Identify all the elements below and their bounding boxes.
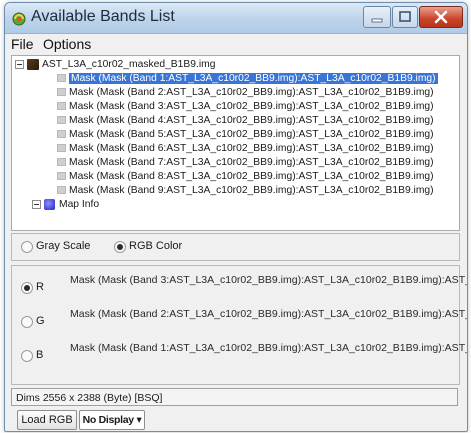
band-label: Mask (Mask (Band 5:AST_L3A_c10r02_BB9.im… bbox=[69, 129, 434, 140]
band-icon bbox=[57, 186, 66, 195]
band-item[interactable]: Mask (Mask (Band 6:AST_L3A_c10r02_BB9.im… bbox=[57, 143, 434, 155]
dims-status: Dims 2556 x 2388 (Byte) [BSQ] bbox=[11, 388, 458, 406]
action-bar: Load RGB No Display ▾ bbox=[11, 410, 171, 430]
available-bands-window: Available Bands List File Options AST_L3… bbox=[4, 2, 468, 432]
map-info-node[interactable]: Map Info bbox=[32, 199, 100, 211]
maximize-button[interactable] bbox=[392, 6, 418, 28]
close-button[interactable] bbox=[419, 6, 463, 28]
band-icon bbox=[57, 74, 66, 83]
band-item[interactable]: Mask (Mask (Band 2:AST_L3A_c10r02_BB9.im… bbox=[57, 87, 434, 99]
tree-root-node[interactable]: AST_L3A_c10r02_masked_B1B9.img bbox=[15, 59, 215, 71]
gray-scale-radio[interactable] bbox=[21, 241, 33, 253]
minimize-icon bbox=[371, 18, 383, 23]
band-label: Mask (Mask (Band 9:AST_L3A_c10r02_BB9.im… bbox=[69, 185, 434, 196]
band-label: Mask (Mask (Band 1:AST_L3A_c10r02_BB9.im… bbox=[69, 73, 438, 84]
close-icon bbox=[434, 10, 448, 24]
map-info-icon bbox=[44, 199, 55, 210]
band-label: Mask (Mask (Band 4:AST_L3A_c10r02_BB9.im… bbox=[69, 115, 434, 126]
file-icon bbox=[27, 59, 39, 70]
band-icon bbox=[57, 130, 66, 139]
menu-bar: File Options bbox=[5, 34, 467, 54]
display-dropdown[interactable]: No Display ▾ bbox=[79, 410, 145, 430]
channel-r-radio[interactable] bbox=[21, 282, 33, 294]
collapse-toggle-icon[interactable] bbox=[15, 60, 24, 69]
channel-g-radio[interactable] bbox=[21, 316, 33, 328]
band-item[interactable]: Mask (Mask (Band 1:AST_L3A_c10r02_BB9.im… bbox=[57, 73, 438, 85]
band-item[interactable]: Mask (Mask (Band 3:AST_L3A_c10r02_BB9.im… bbox=[57, 101, 434, 113]
app-icon bbox=[11, 11, 27, 27]
rgb-color-radio[interactable] bbox=[114, 241, 126, 253]
band-label: Mask (Mask (Band 7:AST_L3A_c10r02_BB9.im… bbox=[69, 157, 434, 168]
band-label: Mask (Mask (Band 2:AST_L3A_c10r02_BB9.im… bbox=[69, 87, 434, 98]
file-name: AST_L3A_c10r02_masked_B1B9.img bbox=[42, 59, 216, 71]
channel-r-band[interactable]: Mask (Mask (Band 3:AST_L3A_c10r02_BB9.im… bbox=[70, 274, 467, 286]
channel-g-label: G bbox=[36, 315, 45, 327]
display-mode-panel: Gray Scale RGB Color bbox=[11, 233, 460, 261]
rgb-channels-panel: R Mask (Mask (Band 3:AST_L3A_c10r02_BB9.… bbox=[11, 265, 467, 385]
band-icon bbox=[57, 158, 66, 167]
band-icon bbox=[57, 144, 66, 153]
band-item[interactable]: Mask (Mask (Band 7:AST_L3A_c10r02_BB9.im… bbox=[57, 157, 434, 169]
minimize-button[interactable] bbox=[363, 6, 391, 28]
band-icon bbox=[57, 116, 66, 125]
channel-r-label: R bbox=[36, 281, 44, 293]
channel-b-radio[interactable] bbox=[21, 350, 33, 362]
channel-g-band[interactable]: Mask (Mask (Band 2:AST_L3A_c10r02_BB9.im… bbox=[70, 308, 467, 320]
channel-b-band[interactable]: Mask (Mask (Band 1:AST_L3A_c10r02_BB9.im… bbox=[70, 342, 467, 354]
rgb-color-label: RGB Color bbox=[129, 240, 183, 252]
expand-toggle-icon[interactable] bbox=[32, 200, 41, 209]
load-rgb-button[interactable]: Load RGB bbox=[17, 410, 77, 430]
band-item[interactable]: Mask (Mask (Band 4:AST_L3A_c10r02_BB9.im… bbox=[57, 115, 434, 127]
title-bar[interactable]: Available Bands List bbox=[5, 3, 467, 34]
band-item[interactable]: Mask (Mask (Band 9:AST_L3A_c10r02_BB9.im… bbox=[57, 185, 434, 197]
menu-options[interactable]: Options bbox=[43, 36, 91, 52]
window-title: Available Bands List bbox=[31, 8, 175, 25]
band-icon bbox=[57, 88, 66, 97]
gray-scale-label: Gray Scale bbox=[36, 240, 91, 252]
maximize-icon bbox=[399, 11, 411, 22]
band-label: Mask (Mask (Band 8:AST_L3A_c10r02_BB9.im… bbox=[69, 171, 434, 182]
band-item[interactable]: Mask (Mask (Band 5:AST_L3A_c10r02_BB9.im… bbox=[57, 129, 434, 141]
band-icon bbox=[57, 102, 66, 111]
band-item[interactable]: Mask (Mask (Band 8:AST_L3A_c10r02_BB9.im… bbox=[57, 171, 434, 183]
menu-file[interactable]: File bbox=[11, 36, 34, 52]
channel-b-label: B bbox=[36, 349, 44, 361]
bands-tree[interactable]: AST_L3A_c10r02_masked_B1B9.img Mask (Mas… bbox=[11, 55, 460, 231]
band-label: Mask (Mask (Band 6:AST_L3A_c10r02_BB9.im… bbox=[69, 143, 434, 154]
map-info-label: Map Info bbox=[59, 199, 100, 211]
band-icon bbox=[57, 172, 66, 181]
band-label: Mask (Mask (Band 3:AST_L3A_c10r02_BB9.im… bbox=[69, 101, 434, 112]
